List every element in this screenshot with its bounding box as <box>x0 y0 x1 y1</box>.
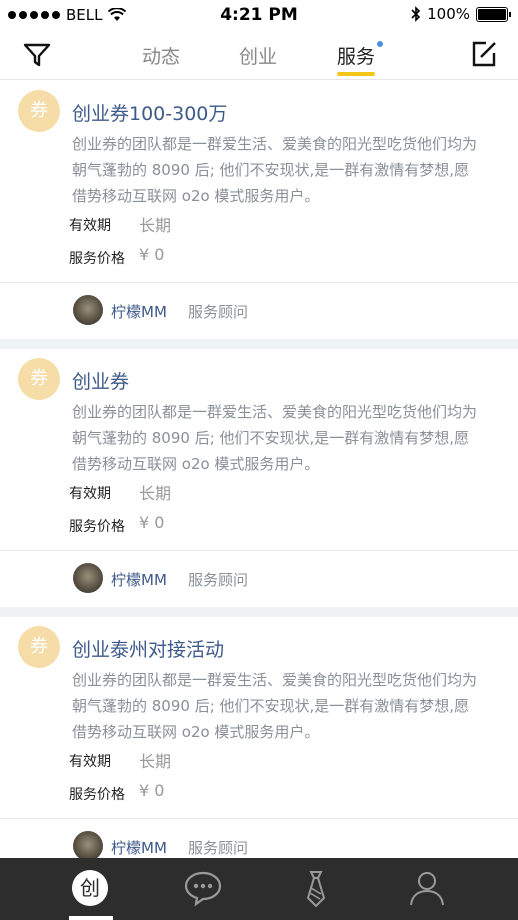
active-tab-indicator <box>337 72 376 76</box>
tie-icon <box>306 871 326 908</box>
chuang-icon: 创 <box>72 870 108 906</box>
tab-service[interactable]: 服务 <box>337 41 384 76</box>
card-body[interactable]: 券 创业券100-300万 创业券的团队都是一群爱生活、爱美食的阳光型吃货他们均… <box>0 81 518 283</box>
service-list[interactable]: 券 创业券100-300万 创业券的团队都是一群爱生活、爱美食的阳光型吃货他们均… <box>0 81 518 858</box>
service-card[interactable]: 券 创业泰州对接活动 创业券的团队都是一群爱生活、爱美食的阳光型吃货他们均为朝气… <box>0 617 518 858</box>
bottom-tab-profile[interactable] <box>407 868 447 908</box>
price-row: 服务价格 ¥ 0 <box>69 245 164 268</box>
tab-startup[interactable]: 创业 <box>239 42 277 69</box>
battery-percent: 100% <box>427 5 470 23</box>
validity-value: 长期 <box>139 484 172 503</box>
author-role: 服务顾问 <box>188 839 249 857</box>
bottom-tab-tie[interactable] <box>296 868 336 908</box>
card-description: 创业券的团队都是一群爱生活、爱美食的阳光型吃货他们均为朝气蓬勃的 8090 后;… <box>72 671 478 741</box>
price-label: 服务价格 <box>69 787 125 803</box>
validity-value: 长期 <box>139 752 172 771</box>
compose-icon[interactable] <box>470 40 498 68</box>
top-nav: 动态 创业 服务 <box>0 30 518 80</box>
bottom-tab-chuang[interactable]: 创 <box>70 868 110 908</box>
validity-row: 有效期 长期 <box>69 751 171 771</box>
validity-value: 长期 <box>139 216 172 235</box>
card-body[interactable]: 券 创业券 创业券的团队都是一群爱生活、爱美食的阳光型吃货他们均为朝气蓬勃的 8… <box>0 349 518 551</box>
avatar[interactable] <box>73 295 103 325</box>
author-role: 服务顾问 <box>188 571 249 589</box>
person-icon <box>410 872 444 906</box>
svg-text:创: 创 <box>80 876 100 900</box>
bottom-tab-chat[interactable] <box>183 868 223 908</box>
validity-row: 有效期 长期 <box>69 483 171 503</box>
price-value: ¥ 0 <box>139 245 165 264</box>
bottom-tab-bar: 创 <box>0 858 518 920</box>
coupon-badge-icon: 券 <box>18 90 60 132</box>
card-title[interactable]: 创业券100-300万 <box>72 99 227 126</box>
coupon-badge-icon: 券 <box>18 626 60 668</box>
card-title[interactable]: 创业券 <box>72 367 129 394</box>
card-author[interactable]: 柠檬MM 服务顾问 <box>0 283 518 339</box>
active-bottom-tab-indicator <box>69 916 113 920</box>
filter-icon[interactable] <box>22 40 52 70</box>
card-description: 创业券的团队都是一群爱生活、爱美食的阳光型吃货他们均为朝气蓬勃的 8090 后;… <box>72 403 478 473</box>
validity-row: 有效期 长期 <box>69 215 171 235</box>
author-name[interactable]: 柠檬MM <box>111 837 167 858</box>
status-bar: BELL 4:21 PM 100% <box>0 0 518 30</box>
bluetooth-icon <box>411 6 421 22</box>
battery-icon <box>476 6 511 22</box>
service-card[interactable]: 券 创业券100-300万 创业券的团队都是一群爱生活、爱美食的阳光型吃货他们均… <box>0 81 518 339</box>
tab-dynamic[interactable]: 动态 <box>142 42 180 69</box>
notification-dot <box>377 41 384 47</box>
author-name[interactable]: 柠檬MM <box>111 301 167 322</box>
card-author[interactable]: 柠檬MM 服务顾问 <box>0 819 518 858</box>
card-title[interactable]: 创业泰州对接活动 <box>72 635 224 662</box>
service-card[interactable]: 券 创业券 创业券的团队都是一群爱生活、爱美食的阳光型吃货他们均为朝气蓬勃的 8… <box>0 349 518 607</box>
card-description: 创业券的团队都是一群爱生活、爱美食的阳光型吃货他们均为朝气蓬勃的 8090 后;… <box>72 135 478 205</box>
card-author[interactable]: 柠檬MM 服务顾问 <box>0 551 518 607</box>
chat-bubble-icon <box>184 871 222 907</box>
validity-label: 有效期 <box>69 754 111 770</box>
price-value: ¥ 0 <box>139 513 165 532</box>
avatar[interactable] <box>73 563 103 593</box>
author-name[interactable]: 柠檬MM <box>111 569 167 590</box>
price-row: 服务价格 ¥ 0 <box>69 781 164 804</box>
author-role: 服务顾问 <box>188 303 249 321</box>
validity-label: 有效期 <box>69 486 111 502</box>
validity-label: 有效期 <box>69 218 111 234</box>
price-label: 服务价格 <box>69 519 125 535</box>
avatar[interactable] <box>73 831 103 858</box>
price-label: 服务价格 <box>69 251 125 267</box>
price-value: ¥ 0 <box>139 781 165 800</box>
status-right: 100% <box>411 5 511 23</box>
price-row: 服务价格 ¥ 0 <box>69 513 164 536</box>
card-body[interactable]: 券 创业泰州对接活动 创业券的团队都是一群爱生活、爱美食的阳光型吃货他们均为朝气… <box>0 617 518 819</box>
coupon-badge-icon: 券 <box>18 358 60 400</box>
